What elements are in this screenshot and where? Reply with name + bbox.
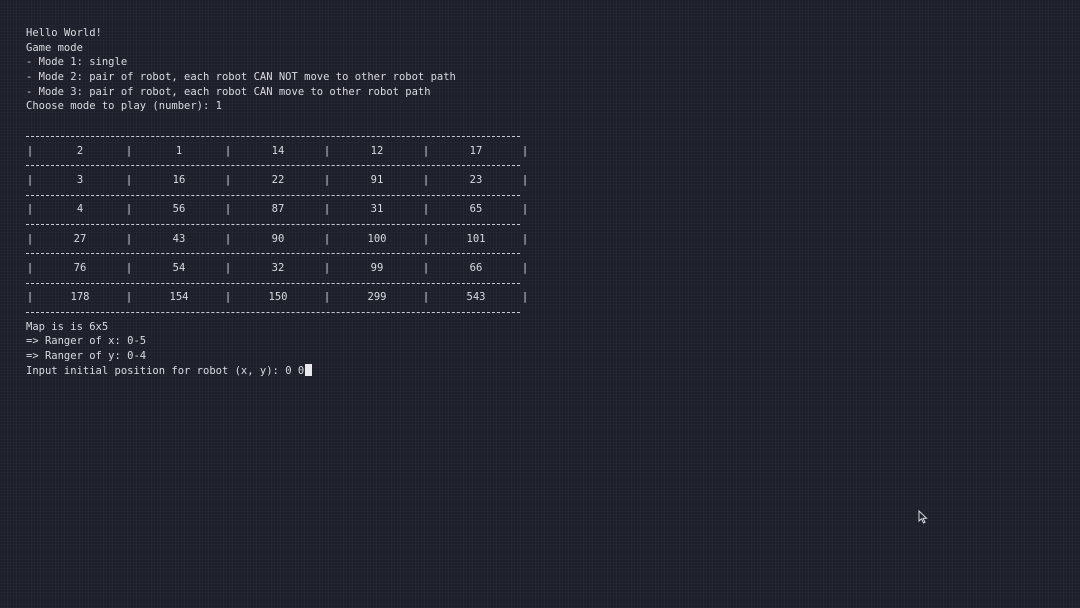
grid-cell: 2 (76, 144, 84, 157)
grid-cell: 3 (76, 173, 84, 186)
grid-cell: 31 (370, 203, 384, 216)
grid-separator (26, 246, 546, 261)
grid-cell: 66 (469, 262, 483, 274)
grid-cell: 12 (370, 144, 384, 157)
intro-line: Choose mode to play (number): 1 (26, 100, 222, 113)
grid-cell: 91 (370, 173, 384, 186)
grid-cell: 56 (172, 203, 186, 216)
grid-separator (26, 305, 546, 320)
grid-cell: 22 (271, 173, 285, 186)
grid-cell: 154 (169, 291, 189, 304)
grid-cell: 27 (73, 232, 87, 245)
grid-cell: 65 (469, 203, 483, 216)
grid-cell: 43 (172, 232, 186, 245)
grid-row: | | | | | | 3 16 22 91 23 (26, 173, 546, 188)
grid-cell: 17 (469, 144, 483, 157)
grid-cell: 32 (271, 262, 285, 274)
grid-cell: 90 (271, 232, 285, 245)
grid-cell: 23 (469, 173, 483, 186)
grid-separator (26, 276, 546, 291)
grid-row: | | | | | | 76 54 32 99 66 (26, 261, 546, 276)
map-grid: | | | | | | 2 1 14 12 17 | | | | | | 3 16 22 91 23 | | | | | | 4 56 87… (26, 129, 546, 320)
input-prompt-line[interactable]: Input initial position for robot (x, y):… (26, 363, 546, 379)
intro-line: - Mode 2: pair of robot, each robot CAN … (26, 71, 456, 84)
grid-cell: 14 (271, 144, 285, 157)
terminal-output[interactable]: Hello World! Game mode - Mode 1: single - M… (26, 26, 546, 379)
grid-cell: 101 (466, 232, 486, 245)
grid-cell: 99 (370, 262, 384, 274)
grid-cell: 178 (70, 291, 90, 304)
grid-separator (26, 188, 546, 203)
grid-separator (26, 217, 546, 232)
grid-cell: 543 (466, 291, 486, 304)
grid-cell: 16 (172, 173, 186, 186)
mouse-pointer-icon (918, 510, 928, 524)
grid-row: | | | | | | 2 1 14 12 17 (26, 144, 546, 159)
intro-line: - Mode 3: pair of robot, each robot CAN … (26, 85, 431, 98)
map-info-line: Map is is 6x5 (26, 320, 109, 333)
grid-cell: 76 (73, 262, 87, 274)
grid-row: | | | | | | 27 43 90 100 101 (26, 232, 546, 247)
grid-cell: 299 (367, 291, 387, 304)
grid-cell: 54 (172, 262, 186, 274)
grid-separator (26, 158, 546, 173)
prompt-text: Input initial position for robot (x, y): (26, 364, 286, 377)
grid-separator (26, 129, 546, 144)
intro-line: Hello World! (26, 27, 102, 39)
intro-line: Game mode (26, 41, 83, 54)
map-info-line: => Ranger of x: 0-5 (26, 335, 147, 348)
grid-cell: 150 (268, 291, 288, 304)
grid-row: | | | | | | 178 154 150 299 543 (26, 290, 546, 305)
intro-line: - Mode 1: single (26, 56, 128, 69)
intro-block: Hello World! Game mode - Mode 1: single - M… (26, 26, 546, 114)
map-info-block: Map is is 6x5 => Ranger of x: 0-5 => Range… (26, 320, 546, 364)
text-cursor (305, 363, 313, 376)
grid-cell: 100 (367, 232, 387, 245)
grid-cell: 4 (76, 203, 84, 216)
grid-row: | | | | | | 4 56 87 31 65 (26, 202, 546, 217)
grid-cell: 87 (271, 203, 285, 216)
map-info-line: => Ranger of y: 0-4 (26, 350, 147, 363)
prompt-input-value[interactable]: 0 0 (285, 365, 304, 377)
grid-cell: 1 (175, 144, 183, 157)
